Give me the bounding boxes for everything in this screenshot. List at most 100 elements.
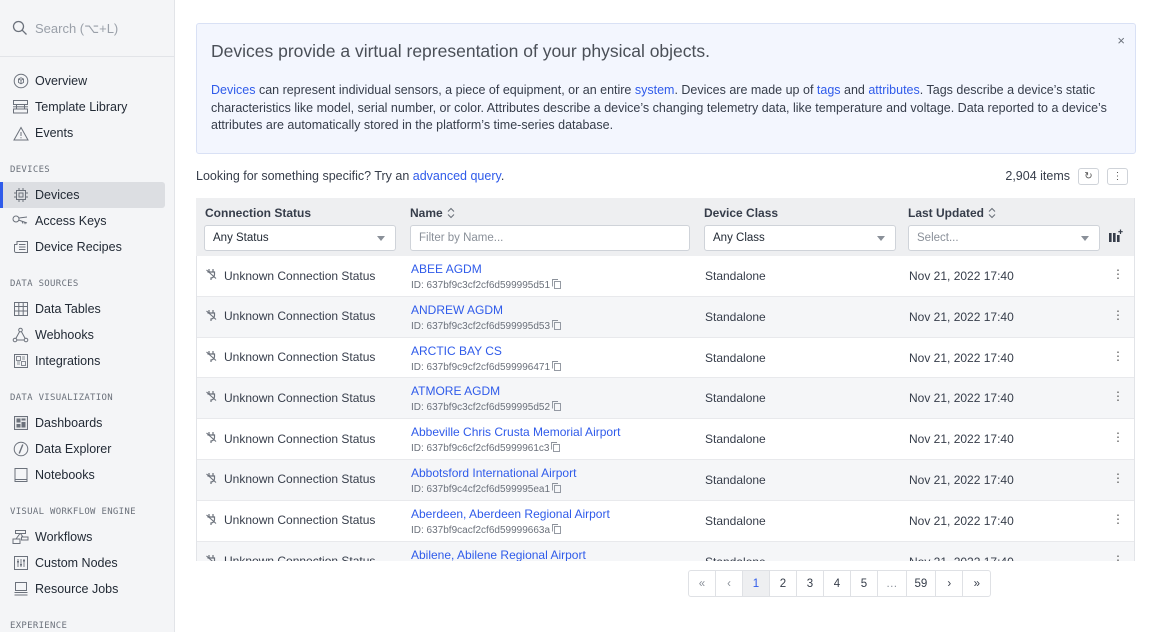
unplugged-icon: [206, 268, 218, 283]
copy-icon[interactable]: [552, 319, 561, 333]
row-menu-icon[interactable]: ⋮: [1112, 349, 1124, 363]
webhook-icon: [12, 327, 29, 344]
system-link[interactable]: system: [635, 83, 675, 97]
device-name-link[interactable]: ANDREW AGDM: [411, 303, 561, 317]
last-page-button[interactable]: »: [963, 571, 990, 596]
last-updated: Nov 21, 2022 17:40: [909, 513, 1014, 528]
table-row[interactable]: Unknown Connection Status Abilene, Abilen…: [197, 541, 1134, 561]
sidebar-item-workflows[interactable]: Workflows: [0, 524, 165, 550]
sidebar-item-template-library[interactable]: Template Library: [0, 94, 165, 120]
row-menu-icon[interactable]: ⋮: [1112, 512, 1124, 526]
devices-table: Connection Status Name Device Class Last…: [196, 198, 1135, 561]
row-menu-icon[interactable]: ⋮: [1112, 389, 1124, 403]
page-button[interactable]: 3: [797, 571, 824, 596]
sidebar-item-events[interactable]: Events: [0, 120, 165, 146]
item-count: 2,904 items: [1005, 169, 1070, 183]
tags-link[interactable]: tags: [817, 83, 841, 97]
connection-status-text: Unknown Connection Status: [224, 472, 376, 487]
device-name-cell: ATMORE AGDM ID: 637bf9c3cf2cf6d599995d52: [411, 384, 561, 414]
copy-icon[interactable]: [552, 483, 561, 496]
copy-icon[interactable]: [551, 442, 561, 455]
header-name-label: Name: [410, 206, 443, 220]
unplugged-icon: [206, 554, 218, 561]
row-menu-icon[interactable]: ⋮: [1112, 471, 1124, 485]
sidebar-item-dashboards[interactable]: Dashboards: [0, 410, 165, 436]
status-filter-select[interactable]: Any Status: [204, 225, 396, 251]
row-menu-icon[interactable]: ⋮: [1112, 553, 1124, 561]
query-prompt: Looking for something specific? Try an a…: [196, 169, 504, 183]
sidebar-item-label: Dashboards: [35, 416, 103, 430]
device-name-link[interactable]: Aberdeen, Aberdeen Regional Airport: [411, 507, 610, 521]
device-class: Standalone: [705, 555, 766, 561]
sidebar-item-overview[interactable]: Overview: [0, 68, 165, 94]
advanced-query-link[interactable]: advanced query: [413, 169, 501, 183]
first-page-button[interactable]: «: [689, 571, 716, 596]
copy-icon[interactable]: [552, 360, 561, 374]
sidebar-item-webhooks[interactable]: Webhooks: [0, 322, 165, 348]
table-row[interactable]: Unknown Connection Status ANDREW AGDM ID: …: [197, 296, 1134, 338]
sidebar-item-resource-jobs[interactable]: Resource Jobs: [0, 576, 165, 602]
sidebar-item-integrations[interactable]: Integrations: [0, 348, 165, 374]
sidebar-search[interactable]: [0, 0, 174, 57]
copy-icon[interactable]: [552, 523, 561, 537]
table-row[interactable]: Unknown Connection Status ATMORE AGDM ID: …: [197, 378, 1134, 420]
sidebar-section-experience: EXPERIENCE: [10, 621, 68, 631]
refresh-button[interactable]: ↻: [1078, 167, 1099, 185]
banner-title: Devices provide a virtual representation…: [211, 41, 710, 61]
device-class: Standalone: [705, 350, 766, 365]
table-row[interactable]: Unknown Connection Status ARCTIC BAY CS ID…: [197, 337, 1134, 379]
sidebar-item-data-explorer[interactable]: Data Explorer: [0, 436, 165, 462]
device-name-cell: ABEE AGDM ID: 637bf9c3cf2cf6d599995d51: [411, 262, 561, 292]
sidebar-item-device-recipes[interactable]: Device Recipes: [0, 234, 165, 260]
sidebar-item-devices[interactable]: Devices: [0, 182, 165, 208]
column-settings-icon[interactable]: [1108, 229, 1124, 243]
copy-icon[interactable]: [552, 401, 561, 414]
attributes-link[interactable]: attributes: [868, 83, 919, 97]
sidebar-item-notebooks[interactable]: Notebooks: [0, 462, 165, 488]
device-class: Standalone: [705, 309, 766, 324]
device-name-link[interactable]: ATMORE AGDM: [411, 384, 561, 398]
page-button[interactable]: 2: [770, 571, 797, 596]
device-id: ID: 637bf9c3cf2cf6d599995d52: [411, 401, 561, 414]
devices-link[interactable]: Devices: [211, 83, 255, 97]
prev-page-button[interactable]: ‹: [716, 571, 743, 596]
table-row[interactable]: Unknown Connection Status ABEE AGDM ID: 63…: [197, 256, 1134, 297]
template-library-icon: [12, 99, 29, 116]
more-options-button[interactable]: ⋮: [1107, 167, 1128, 185]
device-name-link[interactable]: Abilene, Abilene Regional Airport: [411, 548, 586, 561]
name-filter-input[interactable]: [419, 232, 689, 244]
page-button[interactable]: 5: [851, 571, 878, 596]
page-button[interactable]: 1: [743, 571, 770, 596]
connection-status-text: Unknown Connection Status: [224, 350, 376, 365]
page-button[interactable]: 4: [824, 571, 851, 596]
updated-filter-select[interactable]: Select...: [908, 225, 1100, 251]
row-menu-icon[interactable]: ⋮: [1112, 308, 1124, 322]
name-filter-field[interactable]: [410, 225, 690, 251]
table-row[interactable]: Unknown Connection Status Abbeville Chris…: [197, 419, 1134, 460]
close-icon[interactable]: ×: [1117, 33, 1125, 48]
sort-icon[interactable]: [446, 207, 456, 219]
query-prompt-text: Looking for something specific? Try an: [196, 169, 413, 183]
header-name[interactable]: Name: [410, 206, 456, 220]
device-name-link[interactable]: ARCTIC BAY CS: [411, 344, 561, 358]
row-menu-icon[interactable]: ⋮: [1112, 267, 1124, 281]
page-button[interactable]: 59: [907, 571, 937, 596]
class-filter-select[interactable]: Any Class: [704, 225, 896, 251]
row-menu-icon[interactable]: ⋮: [1112, 430, 1124, 444]
sidebar-item-custom-nodes[interactable]: Custom Nodes: [0, 550, 165, 576]
table-row[interactable]: Unknown Connection Status Aberdeen, Aberd…: [197, 500, 1134, 542]
device-name-link[interactable]: Abbeville Chris Crusta Memorial Airport: [411, 425, 620, 439]
copy-icon[interactable]: [552, 279, 561, 292]
sidebar-item-access-keys[interactable]: Access Keys: [0, 208, 165, 234]
next-page-button[interactable]: ›: [936, 571, 964, 596]
device-name-link[interactable]: ABEE AGDM: [411, 262, 561, 276]
resource-jobs-icon: [12, 581, 29, 598]
sidebar-section-devices: DEVICES: [10, 165, 51, 175]
sort-icon[interactable]: [987, 207, 997, 219]
sidebar-item-data-tables[interactable]: Data Tables: [0, 296, 165, 322]
table-row[interactable]: Unknown Connection Status Abbotsford Inte…: [197, 459, 1134, 501]
chevron-down-icon: [1081, 236, 1089, 241]
device-name-link[interactable]: Abbotsford International Airport: [411, 466, 576, 480]
search-input[interactable]: [35, 20, 165, 36]
header-last-updated[interactable]: Last Updated: [908, 206, 997, 220]
